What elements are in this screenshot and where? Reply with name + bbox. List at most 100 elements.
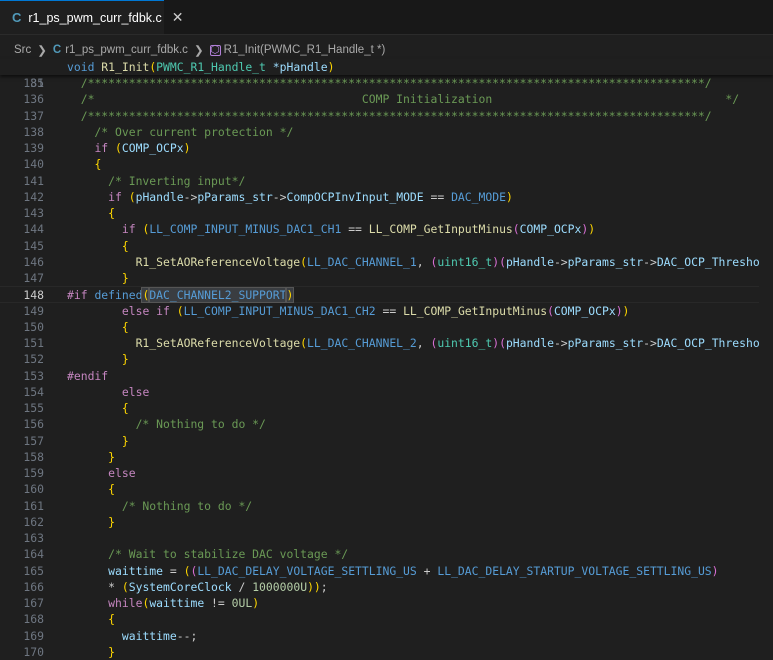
line-number: 166 xyxy=(23,579,44,594)
code-line[interactable]: 164 /* Wait to stabilize DAC voltage */ xyxy=(0,546,773,562)
line-code: { xyxy=(121,238,129,253)
editor-tab-bar: C r1_ps_pwm_curr_fdbk.c ✕ xyxy=(0,0,773,35)
code-line[interactable]: 162 } xyxy=(0,514,773,530)
code-line[interactable]: 145 { xyxy=(0,238,773,254)
line-code: { xyxy=(108,206,116,220)
code-line[interactable]: 151 R1_SetAOReferenceVoltage(LL_DAC_CHAN… xyxy=(0,335,773,351)
line-code: /* Over current protection */ xyxy=(67,124,294,139)
code-line[interactable]: 149 else if (LL_COMP_INPUT_MINUS_DAC1_CH… xyxy=(0,303,773,319)
code-line[interactable]: 139 if (COMP_OCPx) xyxy=(0,140,773,156)
line-number: 168 xyxy=(23,612,44,627)
code-line[interactable]: 157 } xyxy=(0,433,773,449)
line-code: #if defined(DAC_CHANNEL2_SUPPORT) xyxy=(67,287,295,304)
line-number: 157 xyxy=(23,433,44,448)
code-line[interactable]: 143 { xyxy=(0,205,773,221)
code-line[interactable]: 155 { xyxy=(0,400,773,416)
line-code: waittime--; xyxy=(121,628,198,643)
code-line[interactable]: 144 if (LL_COMP_INPUT_MINUS_DAC1_CH1 == … xyxy=(0,221,773,237)
code-line[interactable]: 153 #endif xyxy=(0,368,773,384)
code-line[interactable]: 137 /***********************************… xyxy=(0,108,773,124)
code-line[interactable]: 138 /* Over current protection */ xyxy=(0,124,773,140)
code-line[interactable]: 148 #if defined(DAC_CHANNEL2_SUPPORT) xyxy=(0,286,773,304)
code-line[interactable]: 165 waittime = ((LL_DAC_DELAY_VOLTAGE_SE… xyxy=(0,563,773,579)
breadcrumb-symbol[interactable]: R1_Init(PWMC_R1_Handle_t *) xyxy=(224,44,386,56)
line-number: 150 xyxy=(23,319,44,334)
code-line[interactable]: 167 while(waittime != 0UL) xyxy=(0,595,773,611)
chevron-right-icon: ❯ xyxy=(37,45,47,57)
line-number: 148 xyxy=(23,288,44,303)
line-code: #endif xyxy=(67,368,109,383)
line-code: while(waittime != 0UL) xyxy=(108,596,260,610)
line-code: } xyxy=(121,433,129,448)
code-line[interactable]: 141 /* Inverting input*/ xyxy=(0,173,773,189)
line-code: else if (LL_COMP_INPUT_MINUS_DAC1_CH2 ==… xyxy=(121,303,630,318)
code-line[interactable]: 159 else xyxy=(0,465,773,481)
code-line[interactable]: 142 if (pHandle->pParams_str->CompOCPInv… xyxy=(0,189,773,205)
line-number: 156 xyxy=(23,417,44,432)
line-number: 141 xyxy=(23,173,44,188)
code-line[interactable]: 160 { xyxy=(0,481,773,497)
c-file-icon: C xyxy=(12,10,22,25)
line-code: { xyxy=(121,401,129,415)
line-code: else xyxy=(121,384,150,399)
line-number: 165 xyxy=(23,563,44,578)
line-number: 153 xyxy=(23,368,44,383)
line-code: /* COMP Initialization */ xyxy=(67,92,740,107)
code-line[interactable]: 161 /* Nothing to do */ xyxy=(0,498,773,514)
line-number: 144 xyxy=(23,222,44,237)
code-line[interactable]: 135 /***********************************… xyxy=(0,75,773,91)
code-line[interactable]: 154 else xyxy=(0,384,773,400)
line-code: * (SystemCoreClock / 1000000U)); xyxy=(67,579,328,594)
code-line[interactable]: 147 } xyxy=(0,270,773,286)
line-number: 162 xyxy=(23,514,44,529)
code-line[interactable]: 140 { xyxy=(0,156,773,172)
close-icon[interactable]: ✕ xyxy=(172,9,184,26)
line-code: R1_SetAOReferenceVoltage(LL_DAC_CHANNEL_… xyxy=(135,254,773,269)
line-code: if (COMP_OCPx) xyxy=(94,141,191,155)
line-code: { xyxy=(121,319,129,334)
editor-tab[interactable]: C r1_ps_pwm_curr_fdbk.c ✕ xyxy=(0,0,184,34)
code-line[interactable]: 170 } xyxy=(0,644,773,660)
line-number: 169 xyxy=(23,628,44,643)
code-line[interactable]: 136 /* COMP Initialization */ xyxy=(0,91,773,107)
line-number: 164 xyxy=(23,547,44,562)
code-line[interactable]: 158 } xyxy=(0,449,773,465)
line-code: /* Nothing to do */ xyxy=(67,498,253,513)
line-code: /* Wait to stabilize DAC voltage */ xyxy=(67,547,349,562)
code-line[interactable]: 152 } xyxy=(0,351,773,367)
line-code: else xyxy=(108,466,136,480)
breadcrumb-file[interactable]: r1_ps_pwm_curr_fdbk.c xyxy=(65,44,188,56)
line-code: { xyxy=(108,482,116,497)
code-line[interactable]: 150 { xyxy=(0,319,773,335)
sticky-scroll-header[interactable]: 81 void R1_Init(PWMC_R1_Handle_t *pHandl… xyxy=(0,59,773,90)
code-line[interactable]: 146 R1_SetAOReferenceVoltage(LL_DAC_CHAN… xyxy=(0,254,773,270)
tab-title: r1_ps_pwm_curr_fdbk.c xyxy=(28,10,162,25)
code-line[interactable]: 156 /* Nothing to do */ xyxy=(0,416,773,432)
line-number: 167 xyxy=(23,596,44,610)
line-number: 163 xyxy=(23,531,44,545)
line-number: 158 xyxy=(23,449,44,464)
breadcrumb-folder[interactable]: Src xyxy=(14,44,31,56)
line-number: 139 xyxy=(23,141,44,155)
line-number: 149 xyxy=(23,303,44,318)
line-code: } xyxy=(108,514,116,529)
code-editor[interactable]: 135 /***********************************… xyxy=(0,75,773,660)
line-code: if (LL_COMP_INPUT_MINUS_DAC1_CH1 == LL_C… xyxy=(121,222,596,237)
line-number: 151 xyxy=(23,336,44,350)
code-line[interactable]: 166 * (SystemCoreClock / 1000000U)); xyxy=(0,579,773,595)
line-number: 140 xyxy=(23,157,44,172)
code-line[interactable]: 168 { xyxy=(0,611,773,627)
line-code: if (pHandle->pParams_str->CompOCPInvInpu… xyxy=(108,189,513,204)
line-code: } xyxy=(108,449,116,464)
line-code: } xyxy=(108,644,116,659)
editor-scrollbar[interactable] xyxy=(759,75,773,656)
line-number: 154 xyxy=(23,384,44,399)
line-number: 146 xyxy=(23,254,44,269)
line-code: { xyxy=(108,612,116,627)
line-code: /* Inverting input*/ xyxy=(67,173,246,188)
sticky-code: void R1_Init(PWMC_R1_Handle_t *pHandle) xyxy=(67,60,335,74)
line-number: 159 xyxy=(23,466,44,480)
line-number: 81 xyxy=(30,76,44,91)
code-line[interactable]: 169 waittime--; xyxy=(0,628,773,644)
code-line[interactable]: 163 xyxy=(0,530,773,546)
